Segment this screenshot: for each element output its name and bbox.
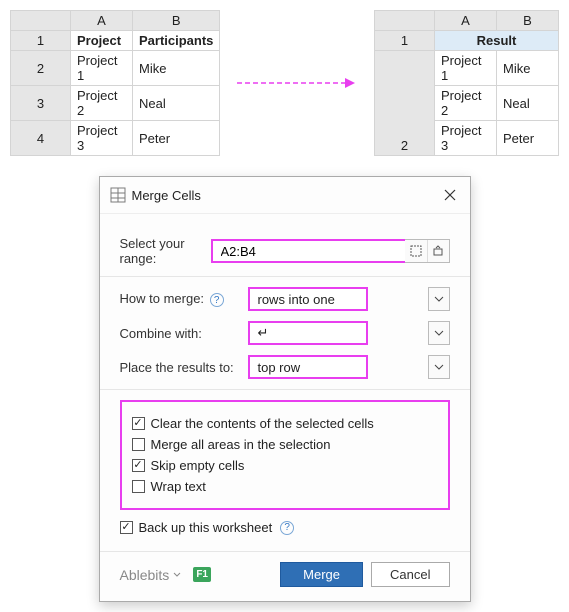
range-input[interactable]: [211, 239, 405, 263]
skip-empty-checkbox[interactable]: ✓ Skip empty cells: [132, 458, 438, 473]
checkbox-label: Skip empty cells: [151, 458, 245, 473]
checkbox-icon: ✓: [120, 521, 133, 534]
clear-contents-checkbox[interactable]: ✓ Clear the contents of the selected cel…: [132, 416, 438, 431]
row-header[interactable]: 1: [375, 31, 435, 51]
brand-link[interactable]: Ablebits: [120, 567, 182, 583]
expand-range-icon[interactable]: [427, 240, 449, 262]
col-header-b[interactable]: B: [497, 11, 559, 31]
checkbox-icon: [132, 480, 145, 493]
result-header-cell[interactable]: Result: [435, 31, 559, 51]
merge-button[interactable]: Merge: [280, 562, 363, 587]
backup-checkbox[interactable]: ✓ Back up this worksheet ?: [120, 520, 450, 535]
help-icon[interactable]: ?: [280, 521, 294, 535]
cell[interactable]: Mike: [497, 51, 559, 86]
options-group: ✓ Clear the contents of the selected cel…: [120, 400, 450, 510]
row-header[interactable]: 1: [11, 31, 71, 51]
f1-help-button[interactable]: F1: [193, 567, 211, 582]
col-header-a[interactable]: A: [71, 11, 133, 31]
cell[interactable]: Project 2: [71, 86, 133, 121]
help-icon[interactable]: ?: [210, 293, 224, 307]
checkbox-icon: ✓: [132, 417, 145, 430]
select-range-icon[interactable]: [405, 240, 427, 262]
row-header[interactable]: 4: [11, 121, 71, 156]
cell[interactable]: Neal: [133, 86, 220, 121]
arrow-icon: [228, 76, 366, 90]
range-label: Select your range:: [120, 236, 211, 266]
checkbox-label: Merge all areas in the selection: [151, 437, 331, 452]
merge-cells-icon: [110, 187, 126, 203]
cell[interactable]: Peter: [497, 121, 559, 156]
checkbox-label: Wrap text: [151, 479, 206, 494]
close-icon[interactable]: [440, 185, 460, 205]
cell[interactable]: Participants: [133, 31, 220, 51]
chevron-down-icon[interactable]: [428, 321, 450, 345]
checkbox-label: Clear the contents of the selected cells: [151, 416, 374, 431]
checkbox-icon: ✓: [132, 459, 145, 472]
cell[interactable]: Project 2: [435, 86, 497, 121]
result-sheet: A B 1 Result 2 Project 1 Mike Project 2 …: [374, 10, 559, 156]
row-header[interactable]: 3: [11, 86, 71, 121]
cell[interactable]: Neal: [497, 86, 559, 121]
col-header-b[interactable]: B: [133, 11, 220, 31]
place-select[interactable]: top row: [248, 355, 368, 379]
merge-cells-dialog: Merge Cells Select your range:: [99, 176, 471, 602]
combine-label: Combine with:: [120, 326, 248, 341]
cell[interactable]: Project 1: [435, 51, 497, 86]
howto-select[interactable]: rows into one: [248, 287, 368, 311]
chevron-down-icon[interactable]: [428, 355, 450, 379]
cell[interactable]: Project: [71, 31, 133, 51]
col-header-a[interactable]: A: [435, 11, 497, 31]
cell[interactable]: Project 3: [71, 121, 133, 156]
combine-select[interactable]: ↵: [248, 321, 368, 345]
cell[interactable]: Project 1: [71, 51, 133, 86]
cancel-button[interactable]: Cancel: [371, 562, 449, 587]
cell[interactable]: Mike: [133, 51, 220, 86]
dialog-title: Merge Cells: [132, 188, 440, 203]
cell[interactable]: Peter: [133, 121, 220, 156]
corner-cell: [11, 11, 71, 31]
cell[interactable]: Project 3: [435, 121, 497, 156]
checkbox-label: Back up this worksheet: [139, 520, 273, 535]
corner-cell: [375, 11, 435, 31]
place-label: Place the results to:: [120, 360, 248, 375]
merge-all-checkbox[interactable]: Merge all areas in the selection: [132, 437, 438, 452]
source-sheet: A B 1 Project Participants 2 Project 1 M…: [10, 10, 220, 156]
chevron-down-icon[interactable]: [428, 287, 450, 311]
row-header[interactable]: 2: [11, 51, 71, 86]
row-header[interactable]: 2: [375, 51, 435, 156]
wrap-text-checkbox[interactable]: Wrap text: [132, 479, 438, 494]
checkbox-icon: [132, 438, 145, 451]
chevron-down-icon: [173, 572, 181, 578]
howto-label: How to merge: ?: [120, 291, 248, 308]
